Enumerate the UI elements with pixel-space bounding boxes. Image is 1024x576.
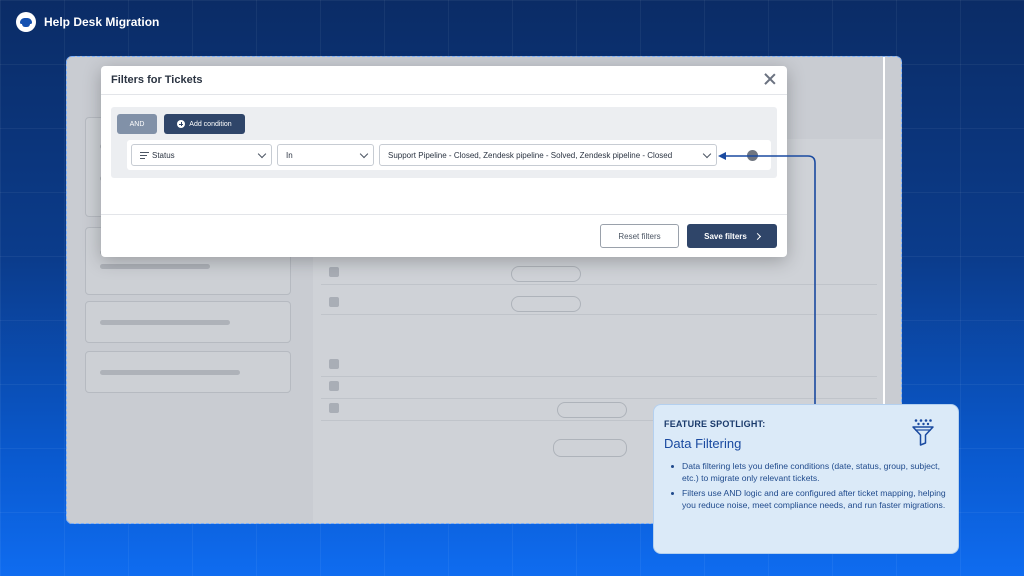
spotlight-title: Data Filtering xyxy=(664,436,742,451)
field-select-value: Status xyxy=(152,150,175,160)
chevron-down-icon xyxy=(359,149,369,159)
spotlight-bullets: Data filtering lets you define condition… xyxy=(670,460,952,513)
table-row xyxy=(321,263,877,285)
brand-logo-icon xyxy=(16,12,36,32)
modal-title: Filters for Tickets xyxy=(111,74,203,86)
spotlight-kicker: FEATURE SPOTLIGHT: xyxy=(664,419,766,429)
value-select-value: Support Pipeline - Closed, Zendesk pipel… xyxy=(388,150,673,160)
table-row xyxy=(321,377,877,399)
spotlight-bullet: Filters use AND logic and are configured… xyxy=(670,487,952,512)
operator-select-value: In xyxy=(286,150,293,160)
table-row xyxy=(321,293,877,315)
feature-spotlight-card: FEATURE SPOTLIGHT: Data Filtering Data f… xyxy=(653,404,959,554)
spotlight-bullet: Data filtering lets you define condition… xyxy=(670,460,952,485)
field-select[interactable]: Status xyxy=(131,144,272,166)
blurred-option-button xyxy=(553,439,627,457)
add-condition-button[interactable]: Add condition xyxy=(164,114,245,134)
chevron-down-icon xyxy=(257,149,267,159)
modal-header: Filters for Tickets xyxy=(101,66,787,95)
sidebar-card xyxy=(85,351,291,393)
filter-lines-icon xyxy=(140,151,149,159)
and-logic-button[interactable]: AND xyxy=(117,114,157,134)
brand: Help Desk Migration xyxy=(16,12,159,32)
close-icon[interactable] xyxy=(763,72,777,86)
reset-filters-button[interactable]: Reset filters xyxy=(600,224,679,248)
filters-modal: Filters for Tickets AND Add condition St… xyxy=(101,66,787,257)
funnel-icon xyxy=(912,419,934,446)
add-condition-label: Add condition xyxy=(189,120,232,128)
sidebar-card xyxy=(85,301,291,343)
value-select[interactable]: Support Pipeline - Closed, Zendesk pipel… xyxy=(379,144,717,166)
remove-condition-button[interactable] xyxy=(747,150,758,161)
save-filters-label: Save filters xyxy=(704,231,747,241)
save-filters-button[interactable]: Save filters xyxy=(687,224,777,248)
table-row xyxy=(321,355,877,377)
modal-footer: Reset filters Save filters xyxy=(101,214,787,257)
arrow-right-icon xyxy=(753,232,761,240)
chevron-down-icon xyxy=(702,149,712,159)
brand-name: Help Desk Migration xyxy=(44,15,160,29)
operator-select[interactable]: In xyxy=(277,144,374,166)
condition-row: Status In Support Pipeline - Closed, Zen… xyxy=(127,140,771,170)
plus-icon xyxy=(177,120,186,128)
conditions-group: AND Add condition Status In Support Pipe… xyxy=(111,107,777,178)
